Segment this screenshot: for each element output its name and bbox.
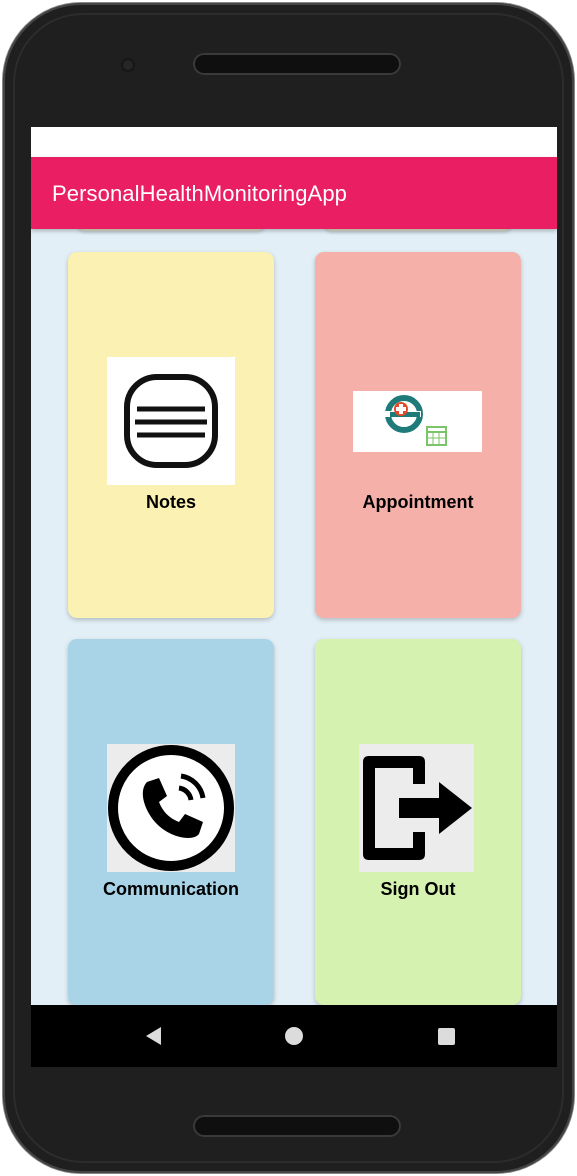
appointment-icon — [353, 391, 482, 452]
home-button[interactable] — [254, 1005, 334, 1067]
navigation-bar — [31, 1005, 557, 1067]
device-screen: PersonalHealthMonitoringApp Notes Appoin… — [31, 127, 557, 1067]
appointment-label: Appointment — [362, 492, 474, 512]
notes-card[interactable]: Notes — [68, 252, 274, 618]
notes-icon — [107, 357, 235, 485]
back-triangle-icon — [146, 1027, 161, 1045]
back-button[interactable] — [113, 1005, 193, 1067]
notes-label: Notes — [145, 492, 196, 512]
app-bar: PersonalHealthMonitoringApp — [31, 157, 557, 229]
communication-label: Communication — [102, 879, 239, 899]
home-circle-icon — [285, 1027, 303, 1045]
earpiece-speaker — [193, 53, 401, 75]
front-camera — [121, 58, 135, 72]
status-bar — [31, 127, 557, 157]
app-title: PersonalHealthMonitoringApp — [52, 181, 347, 206]
appointment-card[interactable]: Appointment — [315, 252, 521, 618]
recents-square-icon — [438, 1028, 455, 1045]
phone-call-icon — [107, 744, 235, 872]
sign-out-icon — [359, 744, 474, 872]
recents-button[interactable] — [406, 1005, 486, 1067]
communication-card[interactable]: Communication — [68, 639, 274, 1005]
bottom-speaker — [193, 1115, 401, 1137]
sign-out-label: Sign Out — [380, 879, 456, 899]
sign-out-card[interactable]: Sign Out — [315, 639, 521, 1005]
